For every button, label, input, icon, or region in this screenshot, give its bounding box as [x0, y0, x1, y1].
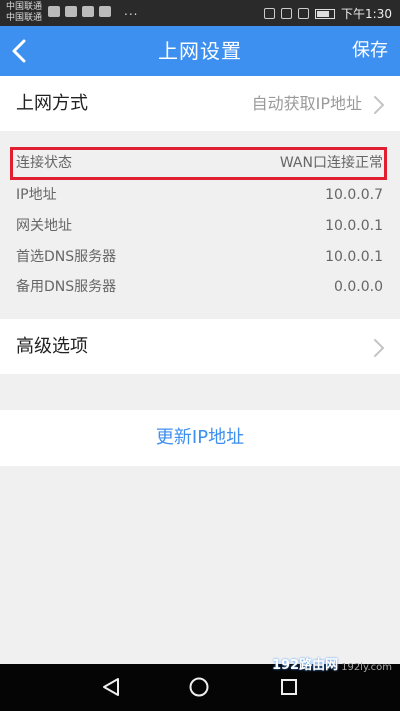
connection-info: 连接状态 WAN口连接正常 IP地址 10.0.0.7 网关地址 10.0.0.… — [0, 140, 400, 318]
back-button[interactable] — [6, 33, 42, 69]
heart-icon — [82, 6, 94, 17]
wan-mode-value: 自动获取IP地址 — [251, 94, 362, 113]
watermark-logo: 192路由网 192ly.com — [272, 654, 392, 673]
wan-mode-label: 上网方式 — [16, 93, 88, 114]
gateway-value: 10.0.0.1 — [325, 218, 383, 234]
wechat-icon — [65, 6, 77, 17]
clock: 下午1:30 — [341, 7, 392, 21]
gateway-label: 网关地址 — [16, 218, 72, 234]
update-ip-label: 更新IP地址 — [155, 427, 245, 448]
back-triangle-icon[interactable] — [100, 676, 122, 698]
carrier-labels: 中国联通 中国联通 — [6, 2, 42, 24]
image-icon — [48, 6, 60, 17]
home-circle-icon[interactable] — [188, 676, 210, 698]
advanced-options-row[interactable]: 高级选项 — [0, 319, 400, 374]
bluetooth-icon — [264, 8, 276, 19]
dns2-row: 备用DNS服务器 0.0.0.0 — [0, 272, 400, 302]
signal-icon — [298, 8, 310, 19]
gateway-row: 网关地址 10.0.0.1 — [0, 211, 400, 241]
watermark-text: 192路由网 — [271, 658, 339, 673]
chevron-right-icon — [374, 96, 384, 114]
app-icon — [99, 6, 111, 17]
highlight-box — [10, 147, 387, 180]
chevron-left-icon — [12, 39, 26, 63]
status-right: 下午1:30 — [264, 5, 392, 22]
dns1-value: 10.0.0.1 — [325, 249, 383, 265]
battery-icon — [315, 8, 336, 19]
page-title: 上网设置 — [158, 39, 242, 63]
wan-mode-row[interactable]: 上网方式 自动获取IP地址 — [0, 76, 400, 131]
recent-apps-icon[interactable] — [278, 676, 300, 698]
system-nav-bar: 192路由网 192ly.com — [0, 658, 400, 711]
dns1-label: 首选DNS服务器 — [16, 249, 117, 265]
ip-row: IP地址 10.0.0.7 — [0, 180, 400, 210]
more-notifications: ... — [124, 4, 139, 18]
wifi-icon — [281, 8, 293, 19]
update-ip-button[interactable]: 更新IP地址 — [0, 410, 400, 466]
dns2-value: 0.0.0.0 — [334, 279, 383, 295]
advanced-options-label: 高级选项 — [16, 336, 88, 357]
save-button[interactable]: 保存 — [352, 26, 388, 76]
dns2-label: 备用DNS服务器 — [16, 279, 117, 295]
ip-value: 10.0.0.7 — [325, 187, 383, 203]
carrier-1: 中国联通 — [6, 2, 43, 12]
notification-icons — [48, 6, 111, 17]
watermark-sub: 192ly.com — [341, 662, 392, 673]
dns1-row: 首选DNS服务器 10.0.0.1 — [0, 242, 400, 272]
title-bar: 上网设置 保存 — [0, 26, 400, 76]
ip-label: IP地址 — [16, 187, 57, 203]
chevron-right-icon — [374, 339, 384, 357]
status-bar: 中国联通 中国联通 ... 下午1:30 — [0, 0, 400, 26]
carrier-2: 中国联通 — [6, 13, 43, 23]
